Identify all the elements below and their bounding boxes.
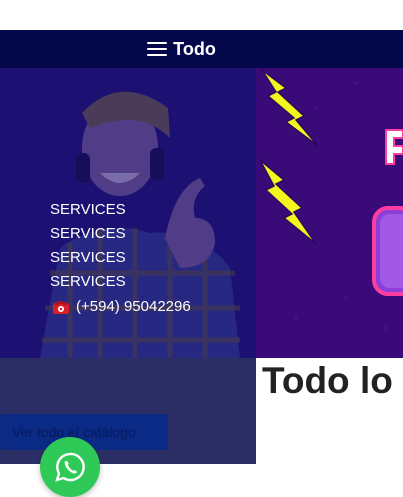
services-item[interactable]: SERVICES: [50, 222, 191, 246]
menu-label[interactable]: Todo: [173, 39, 216, 60]
menu-toggle[interactable]: Todo: [147, 39, 216, 60]
services-item[interactable]: SERVICES: [50, 270, 191, 294]
promo-graphic-art: [256, 68, 403, 358]
services-item[interactable]: SERVICES: [50, 246, 191, 270]
top-navbar: Todo: [0, 30, 403, 68]
promo-graphic: [256, 68, 403, 358]
whatsapp-icon: [55, 452, 85, 482]
telephone-icon: [53, 301, 69, 314]
phone-link[interactable]: (+594) 95042296: [52, 295, 191, 319]
catalog-panel: Ver todo el catálogo: [0, 358, 256, 464]
services-item[interactable]: SERVICES: [50, 198, 191, 222]
whatsapp-button[interactable]: [40, 437, 100, 497]
hamburger-icon[interactable]: [147, 41, 168, 57]
phone-number[interactable]: (+594) 95042296: [76, 295, 191, 319]
hero-banner: SERVICES SERVICES SERVICES SERVICES (+59…: [0, 68, 256, 358]
services-list: SERVICES SERVICES SERVICES SERVICES (+59…: [50, 198, 191, 319]
section-title: Todo lo: [262, 360, 393, 401]
